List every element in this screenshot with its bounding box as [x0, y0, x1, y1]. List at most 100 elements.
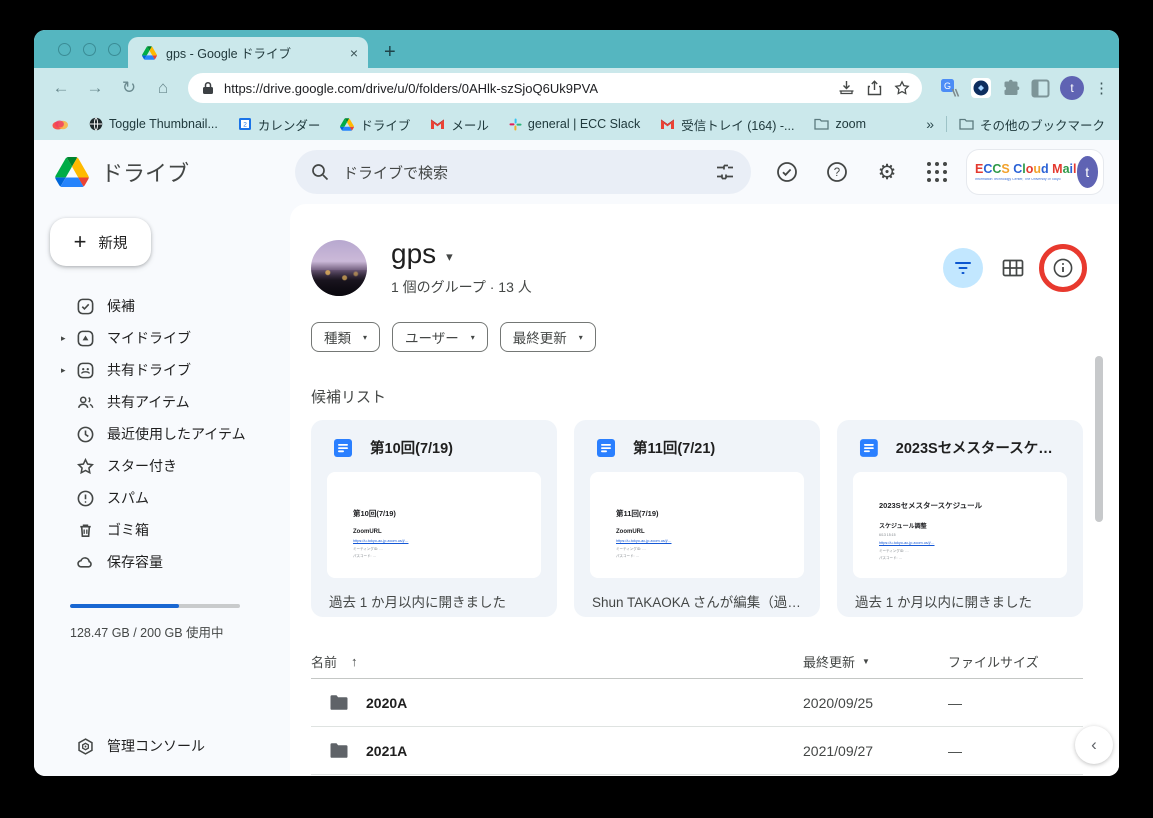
lock-icon[interactable] [202, 81, 214, 95]
row-modified-date: 2021/09/27 [803, 743, 948, 759]
vertical-scrollbar[interactable] [1095, 356, 1103, 522]
bookmarks-overflow-icon[interactable]: » [926, 116, 934, 132]
divider [946, 116, 947, 132]
back-icon[interactable]: ← [48, 78, 74, 98]
search-icon [311, 163, 329, 181]
account-chip[interactable]: ECCS Cloud Mail Information Technology C… [967, 150, 1103, 194]
filter-chip-modified[interactable]: 最終更新▾ [500, 322, 596, 352]
browser-menu-icon[interactable]: ⋮ [1094, 79, 1109, 97]
browser-toolbar: ← → ↻ ⌂ https://drive.google.com/drive/u… [34, 68, 1119, 108]
column-header-modified[interactable]: 最終更新 ▼ [803, 652, 948, 671]
extensions-puzzle-icon[interactable] [1002, 79, 1021, 98]
share-icon[interactable] [867, 80, 882, 96]
search-input[interactable]: ドライブで検索 [295, 150, 751, 194]
bookmark-inbox[interactable]: 受信トレイ (164) -... [660, 115, 794, 134]
title-dropdown-icon[interactable]: ▾ [446, 249, 453, 265]
column-header-size[interactable]: ファイルサイズ [948, 652, 1083, 671]
search-options-icon[interactable] [715, 163, 735, 181]
bookmark-drive[interactable]: ドライブ [340, 115, 410, 134]
other-bookmarks[interactable]: その他のブックマーク [959, 115, 1105, 134]
close-window-button[interactable] [58, 43, 71, 56]
browser-window: gps - Google ドライブ × + ← → ↻ ⌂ https://dr… [34, 30, 1119, 776]
suggested-card[interactable]: 2023Sセメスタースケジ... 2023Sセメスタースケジュール スケジュール… [837, 420, 1083, 617]
sidebar-item-my-drive[interactable]: ▸ マイドライブ [34, 322, 290, 354]
grid-view-button[interactable] [993, 248, 1033, 288]
folder-icon [959, 118, 974, 130]
doc-icon [596, 438, 616, 458]
doc-icon [333, 438, 353, 458]
settings-gear-icon[interactable]: ⚙ [867, 152, 907, 192]
extension-badge-icon[interactable] [970, 77, 992, 99]
filter-chip-type[interactable]: 種類▾ [311, 322, 380, 352]
table-row[interactable]: 2021A 2021/09/27 — [311, 727, 1083, 775]
apps-grid-icon[interactable] [917, 152, 957, 192]
sidebar-item-shared-drives[interactable]: ▸ 共有ドライブ [34, 354, 290, 386]
folder-icon [330, 743, 348, 758]
chevron-left-icon: ‹ [1091, 735, 1097, 755]
drive-profile-avatar[interactable]: t [1077, 156, 1099, 188]
titlebar: gps - Google ドライブ × + [34, 30, 1119, 68]
drive-sidebar: + 新規 候補 ▸ マイドライブ ▸ 共有ドライブ [34, 204, 290, 776]
card-footer: 過去 1 か月以内に開きました [311, 578, 557, 611]
zoom-window-button[interactable] [108, 43, 121, 56]
info-button[interactable] [1043, 248, 1083, 288]
bookmark-calendar[interactable]: 2 カレンダー [238, 115, 321, 134]
browser-tab[interactable]: gps - Google ドライブ × [128, 37, 368, 68]
expand-icon[interactable]: ▸ [61, 365, 75, 376]
chevron-down-icon: ▾ [363, 333, 367, 342]
tab-close-icon[interactable]: × [350, 45, 358, 61]
sidebar-item-suggested[interactable]: 候補 [34, 290, 290, 322]
forward-icon[interactable]: → [82, 78, 108, 98]
group-avatar[interactable] [311, 240, 367, 296]
help-icon[interactable]: ? [817, 152, 857, 192]
clock-icon [75, 424, 95, 444]
save-page-icon[interactable] [838, 80, 855, 96]
filter-button[interactable] [943, 248, 983, 288]
sidebar-item-admin-console[interactable]: 管理コンソール [34, 730, 290, 762]
suggested-card[interactable]: 第11回(7/21) 第11回(7/19) ZoomURL https://u-… [574, 420, 820, 617]
column-header-name[interactable]: 名前 ↑ [311, 652, 803, 671]
sidebar-item-storage[interactable]: 保存容量 [34, 546, 290, 578]
sidebar-item-trash[interactable]: ゴミ箱 [34, 514, 290, 546]
bookmark-slack[interactable]: general | ECC Slack [509, 117, 640, 131]
address-bar[interactable]: https://drive.google.com/drive/u/0/folde… [188, 73, 922, 103]
row-file-size: — [948, 695, 1083, 711]
translate-icon[interactable]: G [940, 78, 960, 98]
tasks-check-icon[interactable] [767, 152, 807, 192]
folder-icon [814, 118, 829, 130]
row-file-size: — [948, 743, 1083, 759]
new-button[interactable]: + 新規 [50, 218, 151, 266]
drive-logo[interactable]: ドライブ [34, 156, 290, 188]
bookmark-app-icon[interactable] [52, 118, 69, 130]
sidebar-item-starred[interactable]: スター付き [34, 450, 290, 482]
bookmark-mail[interactable]: メール [430, 115, 489, 134]
star-icon [75, 456, 95, 476]
drive-favicon [142, 46, 157, 60]
expand-icon[interactable]: ▸ [61, 333, 75, 344]
sort-ascending-icon: ↑ [351, 654, 358, 669]
browser-profile-avatar[interactable]: t [1060, 76, 1084, 100]
calendar-icon: 2 [238, 117, 252, 131]
filter-chip-people[interactable]: ユーザー▾ [392, 322, 488, 352]
svg-text:G: G [944, 81, 951, 91]
table-row[interactable]: 2020A 2020/09/25 — [311, 679, 1083, 727]
sidebar-item-shared-with-me[interactable]: 共有アイテム [34, 386, 290, 418]
grid-view-icon [1002, 259, 1024, 277]
minimize-window-button[interactable] [83, 43, 96, 56]
tab-title: gps - Google ドライブ [166, 43, 344, 62]
cloud-icon [75, 552, 95, 572]
side-panel-icon[interactable] [1031, 79, 1050, 98]
reload-icon[interactable]: ↻ [116, 78, 142, 98]
sidebar-item-spam[interactable]: スパム [34, 482, 290, 514]
bookmark-zoom-folder[interactable]: zoom [814, 117, 866, 131]
side-panel-collapse-button[interactable]: ‹ [1075, 726, 1113, 764]
sidebar-item-recent[interactable]: 最近使用したアイテム [34, 418, 290, 450]
home-icon[interactable]: ⌂ [150, 78, 176, 98]
suggested-card[interactable]: 第10回(7/19) 第10回(7/19) ZoomURL https://u-… [311, 420, 557, 617]
bookmark-star-icon[interactable] [894, 80, 910, 96]
bookmarks-bar: Toggle Thumbnail... 2 カレンダー ドライブ メール gen… [34, 108, 1119, 140]
folder-icon [330, 695, 348, 710]
new-tab-button[interactable]: + [384, 42, 396, 62]
chevron-down-icon: ▾ [579, 333, 583, 342]
bookmark-toggle-thumbnail[interactable]: Toggle Thumbnail... [89, 117, 218, 131]
